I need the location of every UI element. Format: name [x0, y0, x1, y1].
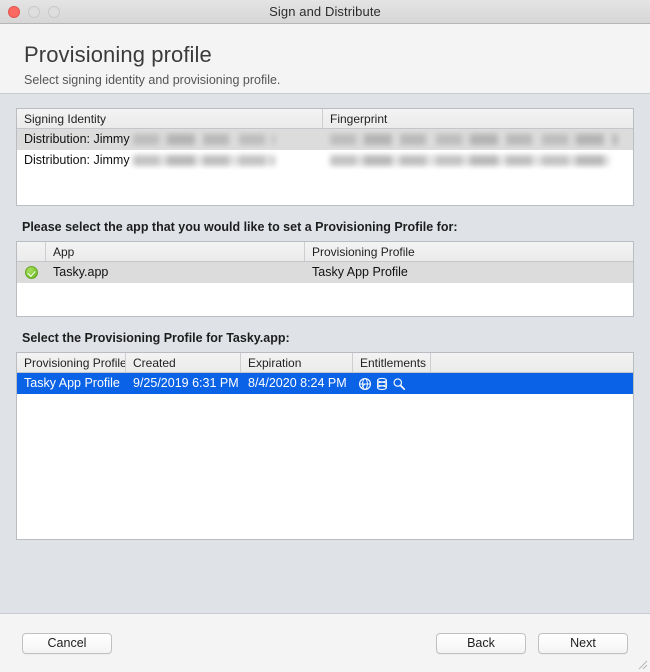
signing-identity-label: Distribution: Jimmy: [24, 132, 130, 146]
column-header-signing-identity[interactable]: Signing Identity: [17, 109, 323, 128]
globe-icon[interactable]: [358, 377, 372, 391]
column-header-status[interactable]: [17, 242, 46, 261]
redacted-fingerprint-text: [330, 134, 618, 146]
sign-and-distribute-window: Sign and Distribute Provisioning profile…: [0, 0, 650, 672]
table-row[interactable]: Distribution: Jimmy: [17, 129, 633, 150]
cell-created-date: 9/25/2019 6:31 PM: [133, 376, 239, 390]
column-header-spacer[interactable]: [431, 353, 633, 372]
provisioning-profile-table[interactable]: Provisioning Profile Created Expiration …: [16, 352, 634, 540]
table-row[interactable]: Tasky.app Tasky App Profile: [17, 262, 633, 283]
magnifier-icon[interactable]: [392, 377, 406, 391]
cell-app-provisioning-profile: Tasky App Profile: [312, 265, 408, 279]
app-table[interactable]: App Provisioning Profile Tasky.app Tasky…: [16, 241, 634, 317]
column-header-created[interactable]: Created: [126, 353, 241, 372]
database-icon[interactable]: [375, 377, 389, 391]
signing-identity-table[interactable]: Signing Identity Fingerprint Distributio…: [16, 108, 634, 206]
cell-fingerprint: [323, 151, 633, 170]
redacted-identity-text: [133, 155, 276, 167]
page-title: Provisioning profile: [24, 42, 212, 67]
column-header-app[interactable]: App: [46, 242, 305, 261]
cell-fingerprint: [323, 130, 633, 149]
redacted-fingerprint-text: [330, 155, 610, 167]
signing-identity-table-header: Signing Identity Fingerprint: [17, 109, 633, 129]
cell-entitlements: [353, 377, 431, 391]
cell-provisioning-profile-name: Tasky App Profile: [24, 376, 120, 390]
traffic-light-group: [8, 5, 60, 18]
app-table-header: App Provisioning Profile: [17, 242, 633, 262]
cell-status: [17, 266, 46, 279]
profile-section-label: Select the Provisioning Profile for Task…: [22, 331, 290, 345]
back-button[interactable]: Back: [436, 632, 526, 654]
column-header-expiration[interactable]: Expiration: [241, 353, 353, 372]
page-subtitle: Select signing identity and provisioning…: [24, 73, 281, 87]
table-row[interactable]: Tasky App Profile 9/25/2019 6:31 PM 8/4/…: [17, 373, 633, 394]
signing-identity-label: Distribution: Jimmy: [24, 153, 130, 167]
dialog-body: Signing Identity Fingerprint Distributio…: [0, 94, 650, 613]
window-title: Sign and Distribute: [269, 4, 381, 19]
cell-signing-identity: Distribution: Jimmy: [17, 130, 323, 149]
column-header-entitlements[interactable]: Entitlements: [353, 353, 431, 372]
footer-navigation-group: Back Next: [436, 632, 628, 654]
redacted-identity-text: [133, 134, 276, 146]
close-button[interactable]: [8, 5, 20, 18]
table-row[interactable]: Distribution: Jimmy: [17, 150, 633, 171]
cell-app-name: Tasky.app: [53, 265, 109, 279]
next-button[interactable]: Next: [538, 632, 628, 654]
column-header-fingerprint[interactable]: Fingerprint: [323, 109, 633, 128]
dialog-footer: Cancel Back Next: [0, 613, 650, 672]
column-header-app-provisioning-profile[interactable]: Provisioning Profile: [305, 242, 633, 261]
dialog-header: Provisioning profile Select signing iden…: [0, 24, 650, 94]
cell-signing-identity: Distribution: Jimmy: [17, 151, 323, 170]
green-check-icon: [25, 266, 38, 279]
app-section-label: Please select the app that you would lik…: [22, 220, 458, 234]
cell-expiration-date: 8/4/2020 8:24 PM: [248, 376, 347, 390]
window-titlebar: Sign and Distribute: [0, 0, 650, 24]
cancel-button[interactable]: Cancel: [22, 632, 112, 654]
zoom-button[interactable]: [48, 5, 60, 18]
minimize-button[interactable]: [28, 5, 40, 18]
provisioning-profile-table-header: Provisioning Profile Created Expiration …: [17, 353, 633, 373]
column-header-provisioning-profile[interactable]: Provisioning Profile: [17, 353, 126, 372]
